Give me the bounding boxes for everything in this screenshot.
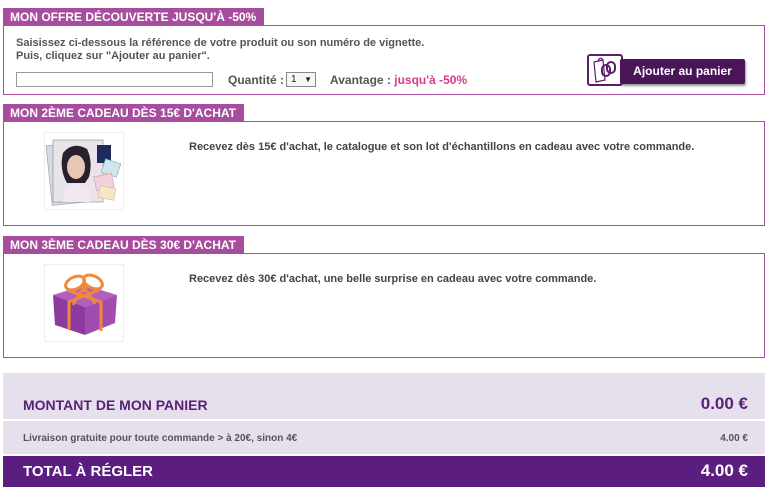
cart-amount-value: 0.00 €: [700, 394, 748, 413]
cart-amount-row: MONTANT DE MON PANIER 0.00 €: [3, 373, 765, 419]
gift3-text: Recevez dès 30€ d'achat, une belle surpr…: [189, 273, 597, 285]
shipping-value: 4.00 €: [720, 433, 748, 444]
instruction-line-2: Puis, cliquez sur "Ajouter au panier".: [16, 50, 210, 62]
offer-title: MON OFFRE DÉCOUVERTE JUSQU'À -50%: [3, 8, 265, 26]
shipping-row: Livraison gratuite pour toute commande >…: [3, 421, 765, 454]
gift2-panel: Recevez dès 15€ d'achat, le catalogue et…: [3, 121, 765, 226]
triangle-down-icon: ▼: [304, 75, 312, 84]
advantage-value: jusqu'à -50%: [394, 73, 468, 87]
gift2-section: Recevez dès 15€ d'achat, le catalogue et…: [3, 104, 765, 226]
shopping-bag-link-icon: [587, 54, 623, 86]
shipping-label: Livraison gratuite pour toute commande >…: [23, 433, 298, 444]
add-to-cart-label: Ajouter au panier: [620, 59, 745, 84]
quantity-value: 1: [291, 74, 297, 85]
gift3-section: Recevez dès 30€ d'achat, une belle surpr…: [3, 236, 765, 358]
total-label: TOTAL À RÉGLER: [23, 463, 154, 480]
instruction-line-1: Saisissez ci-dessous la référence de vot…: [16, 37, 425, 49]
quantity-label: Quantité :: [228, 73, 284, 87]
gift3-title: MON 3ÈME CADEAU DÈS 30€ D'ACHAT: [3, 236, 244, 254]
gift2-text: Recevez dès 15€ d'achat, le catalogue et…: [189, 141, 695, 153]
add-to-cart-button[interactable]: Ajouter au panier: [587, 54, 745, 86]
advantage-info: Avantage : jusqu'à -50%: [330, 73, 467, 87]
offer-instructions: Saisissez ci-dessous la référence de vot…: [16, 37, 424, 63]
gift3-panel: Recevez dès 30€ d'achat, une belle surpr…: [3, 253, 765, 358]
advantage-label: Avantage :: [330, 73, 391, 87]
cart-summary: MONTANT DE MON PANIER 0.00 € Livraison g…: [3, 373, 765, 487]
offer-section: Saisissez ci-dessous la référence de vot…: [3, 8, 765, 96]
gift-box-image: [44, 264, 124, 342]
gift2-title: MON 2ÈME CADEAU DÈS 15€ D'ACHAT: [3, 104, 244, 122]
catalogue-image: [44, 132, 124, 210]
total-row: TOTAL À RÉGLER 4.00 €: [3, 456, 765, 487]
offer-panel: Saisissez ci-dessous la référence de vot…: [3, 25, 765, 95]
quantity-select[interactable]: 1 ▼: [286, 72, 316, 87]
total-value: 4.00 €: [700, 461, 748, 480]
cart-amount-label: MONTANT DE MON PANIER: [23, 397, 208, 413]
reference-input[interactable]: [16, 72, 213, 87]
